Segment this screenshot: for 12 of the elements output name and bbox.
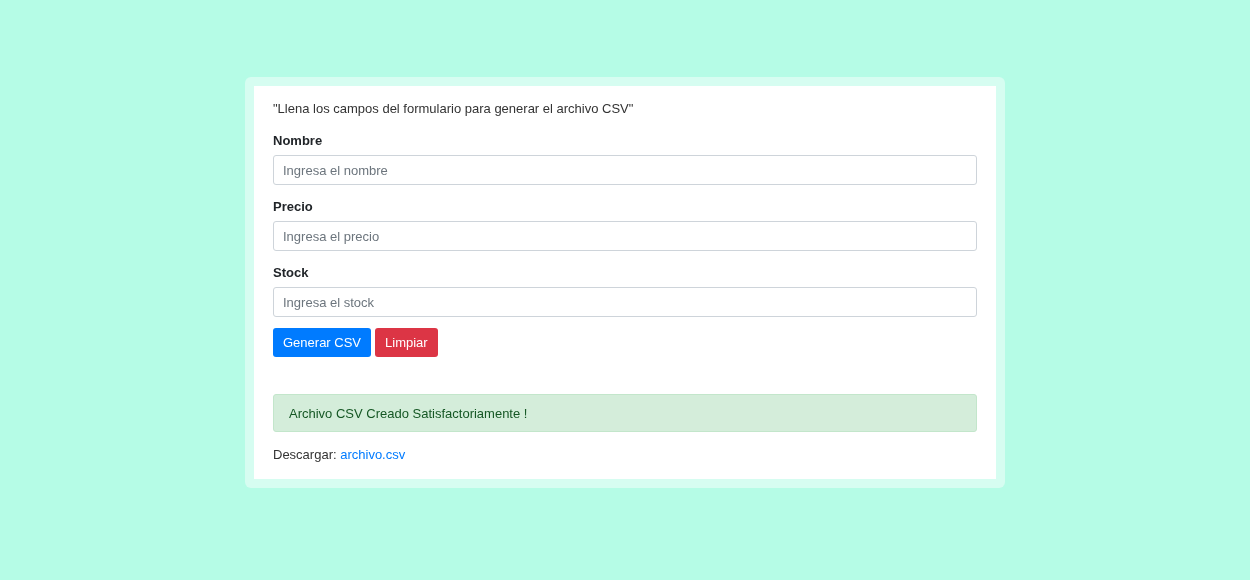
success-alert: Archivo CSV Creado Satisfactoriamente ! [273,394,977,432]
field-label: Stock [273,265,310,281]
generate-button[interactable]: Generar CSV [273,328,372,357]
download-label: Descargar: [273,447,337,462]
input-field[interactable]: Ingresa el stock [273,287,977,317]
download-link[interactable]: archivo.csv [340,447,406,462]
clear-button[interactable]: Limpiar [375,328,438,357]
input-field[interactable]: Ingresa el nombre [273,155,977,185]
field-label: Precio [273,199,314,215]
intro-text: "Llena los campos del formulario para generar el archivo CSV" [273,101,635,117]
field-label: Nombre [273,133,324,149]
input-field[interactable]: Ingresa el precio [273,221,977,251]
